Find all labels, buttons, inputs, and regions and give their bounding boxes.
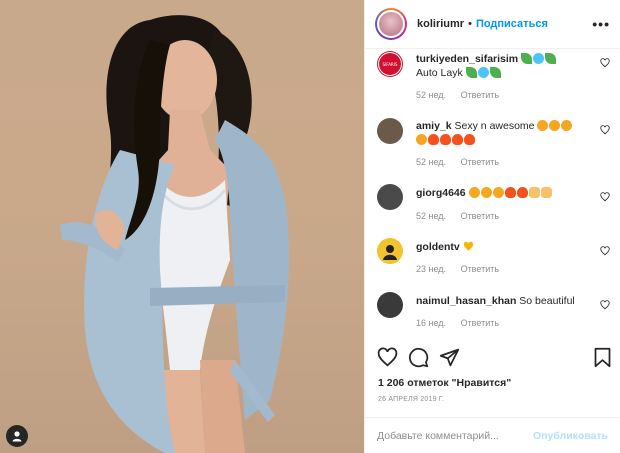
separator-dot: •: [468, 18, 472, 30]
face-emoji: [561, 120, 573, 131]
reply-button[interactable]: Ответить: [461, 157, 499, 167]
globe-emoji: [477, 67, 489, 78]
face-emoji: [416, 134, 427, 145]
action-bar: [365, 345, 620, 375]
comment-icon[interactable]: [408, 347, 429, 368]
fire-emoji: [452, 134, 463, 145]
author-avatar[interactable]: [375, 8, 407, 40]
post-image: [60, 15, 290, 453]
reply-button[interactable]: Ответить: [461, 264, 499, 274]
face-emoji: [549, 120, 561, 131]
comment-meta: 52 нед. Ответить: [416, 157, 511, 167]
commenter-avatar[interactable]: [377, 184, 403, 210]
comment-age: 52 нед.: [416, 211, 447, 221]
like-heart-icon[interactable]: [377, 347, 398, 368]
post-photo[interactable]: [0, 0, 364, 453]
reply-button[interactable]: Ответить: [461, 90, 499, 100]
more-options-icon[interactable]: •••: [592, 16, 610, 32]
hand-emoji: [528, 187, 540, 198]
face-emoji: [480, 187, 492, 198]
bookmark-icon[interactable]: [593, 347, 612, 368]
commenter-avatar[interactable]: [377, 238, 403, 264]
comment-username[interactable]: goldentv: [416, 241, 460, 253]
fire-emoji: [516, 187, 528, 198]
post-date: 26 АПРЕЛЯ 2019 Г.: [378, 396, 445, 403]
comment-meta: 52 нед. Ответить: [416, 90, 511, 100]
face-emoji: [492, 187, 504, 198]
fire-emoji: [464, 134, 475, 145]
globe-emoji: [533, 53, 545, 64]
comment-age: 52 нед.: [416, 90, 447, 100]
commenter-avatar[interactable]: [377, 292, 403, 318]
comment-meta: 16 нед. Ответить: [416, 318, 511, 328]
comment-username[interactable]: giorg4646: [416, 187, 466, 199]
comment-age: 23 нед.: [416, 264, 447, 274]
commenter-avatar[interactable]: [377, 118, 403, 144]
heart-icon[interactable]: [600, 246, 610, 256]
post-side-panel: koliriumr • Подписаться ••• SIFARIS turk…: [364, 0, 620, 453]
face-emoji: [468, 187, 480, 198]
leaf-emoji: [521, 53, 533, 64]
comment-text: Auto Layk: [416, 67, 463, 79]
comment-username[interactable]: amiy_k: [416, 120, 452, 132]
share-icon[interactable]: [439, 347, 460, 368]
comment-username[interactable]: naimul_hasan_khan: [416, 295, 516, 307]
heart-icon[interactable]: [600, 300, 610, 310]
yellow-heart-emoji: [463, 241, 473, 251]
comment-text: So beautiful: [519, 295, 575, 307]
comment-age: 52 нед.: [416, 157, 447, 167]
commenter-avatar[interactable]: SIFARIS: [377, 51, 403, 77]
likes-count[interactable]: 1 206 отметок "Нравится": [378, 377, 511, 389]
user-tag-button[interactable]: [6, 425, 28, 447]
comment-username[interactable]: turkiyeden_sifarisim: [416, 53, 518, 65]
post-header: koliriumr • Подписаться •••: [365, 0, 620, 49]
fire-emoji: [428, 134, 439, 145]
comment-meta: 52 нед. Ответить: [416, 211, 511, 221]
leaf-emoji: [545, 53, 557, 64]
comment-meta: 23 нед. Ответить: [416, 264, 511, 274]
reply-button[interactable]: Ответить: [461, 318, 499, 328]
thumbs-up-emoji: [540, 187, 552, 198]
leaf-emoji: [489, 67, 501, 78]
heart-icon[interactable]: [600, 192, 610, 202]
follow-button[interactable]: Подписаться: [476, 18, 548, 30]
reply-button[interactable]: Ответить: [461, 211, 499, 221]
comment-text: Sexy n awesome: [454, 120, 535, 132]
publish-button[interactable]: Опубликовать: [533, 430, 608, 442]
heart-icon[interactable]: [600, 125, 610, 135]
add-comment-bar: Опубликовать: [365, 417, 620, 453]
user-tag-icon: [12, 431, 22, 442]
comments-list[interactable]: SIFARIS turkiyeden_sifarisim Auto Layk 5…: [365, 49, 620, 337]
fire-emoji: [440, 134, 451, 145]
comment-input[interactable]: [377, 429, 527, 442]
svg-text:SIFARIS: SIFARIS: [383, 62, 398, 67]
face-emoji: [537, 120, 549, 131]
comment-age: 16 нед.: [416, 318, 447, 328]
fire-emoji: [504, 187, 516, 198]
author-username[interactable]: koliriumr: [417, 18, 464, 30]
heart-icon[interactable]: [600, 58, 610, 68]
leaf-emoji: [465, 67, 477, 78]
